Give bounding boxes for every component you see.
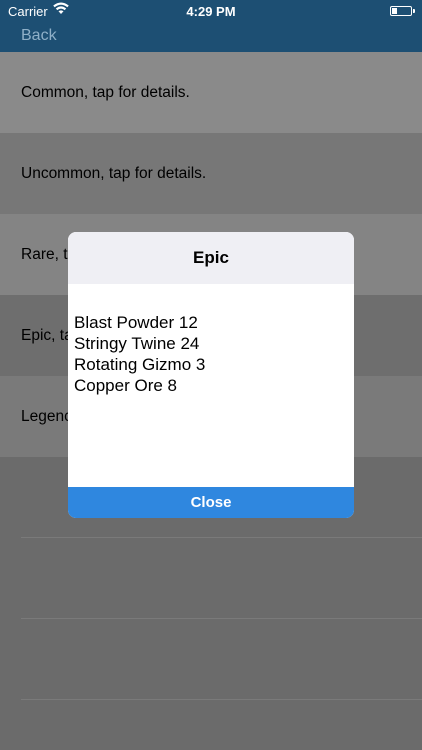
status-time: 4:29 PM — [186, 4, 236, 19]
list-item-label: Epic, ta — [21, 326, 73, 344]
modal-title: Epic — [68, 232, 354, 284]
empty-row — [21, 619, 422, 700]
material-line: Rotating Gizmo 3 — [74, 355, 206, 374]
empty-row — [21, 538, 422, 619]
status-bar: Carrier 4:29 PM — [0, 0, 422, 22]
material-line: Copper Ore 8 — [74, 376, 177, 395]
material-line: Stringy Twine 24 — [74, 334, 200, 353]
modal-body: Blast Powder 12 Stringy Twine 24 Rotatin… — [68, 284, 354, 486]
navigation-bar: Back — [0, 22, 422, 52]
back-button[interactable]: Back — [21, 27, 57, 45]
details-modal: Epic Blast Powder 12 Stringy Twine 24 Ro… — [68, 232, 354, 518]
list-item-uncommon[interactable]: Uncommon, tap for details. — [0, 133, 422, 214]
battery-icon — [390, 6, 415, 16]
close-button[interactable]: Close — [68, 487, 354, 518]
material-line: Blast Powder 12 — [74, 313, 198, 332]
list-item-label: Common, tap for details. — [21, 83, 190, 101]
list-item-common[interactable]: Common, tap for details. — [0, 52, 422, 133]
list-item-label: Rare, t — [21, 245, 68, 263]
list-item-label: Uncommon, tap for details. — [21, 164, 207, 182]
list-item-label: Legenc — [21, 407, 72, 425]
